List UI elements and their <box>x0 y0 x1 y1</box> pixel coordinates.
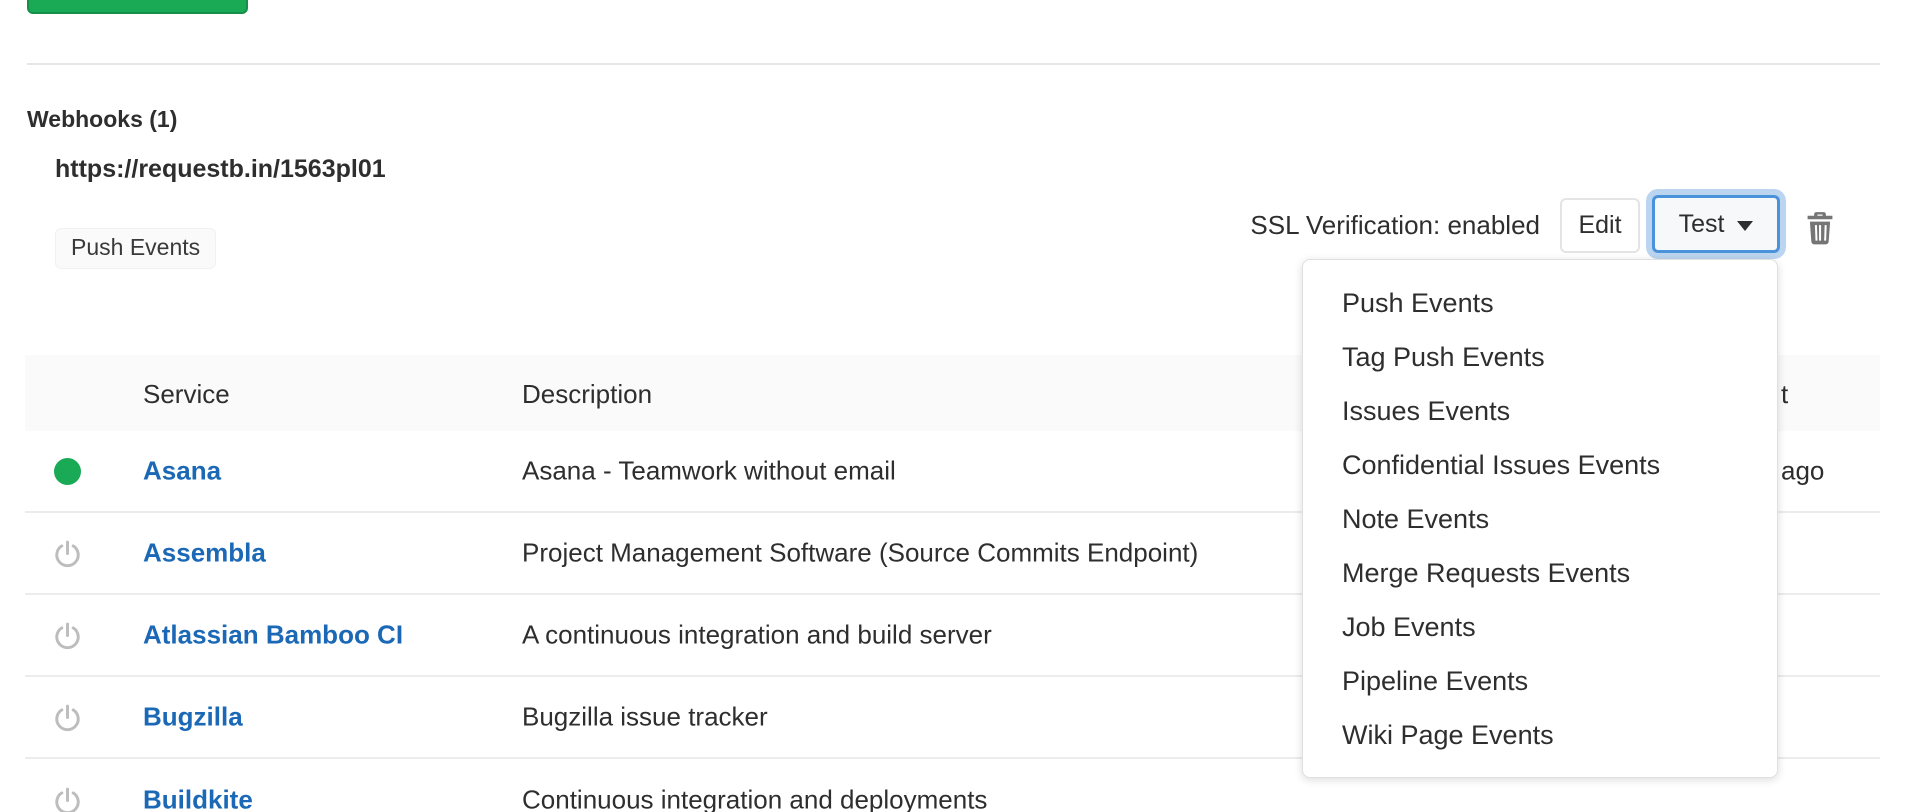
power-icon <box>52 702 83 733</box>
dropdown-item-confidential-issues-events[interactable]: Confidential Issues Events <box>1303 438 1777 492</box>
service-description: Continuous integration and deployments <box>522 785 987 812</box>
delete-webhook-button[interactable] <box>1802 210 1838 250</box>
edit-webhook-button[interactable]: Edit <box>1560 198 1640 253</box>
power-icon <box>52 538 83 569</box>
power-icon <box>52 785 83 812</box>
status-cell <box>49 617 85 653</box>
service-description: Project Management Software (Source Comm… <box>522 538 1198 569</box>
service-description: Bugzilla issue tracker <box>522 702 768 733</box>
test-webhook-dropdown-toggle[interactable]: Test <box>1652 195 1780 253</box>
service-link-bugzilla[interactable]: Bugzilla <box>143 702 243 733</box>
dropdown-item-wiki-page-events[interactable]: Wiki Page Events <box>1303 708 1777 762</box>
service-link-atlassian-bamboo-ci[interactable]: Atlassian Bamboo CI <box>143 620 403 651</box>
service-link-buildkite[interactable]: Buildkite <box>143 785 253 812</box>
webhook-trigger-badge: Push Events <box>55 228 216 269</box>
column-header-service: Service <box>143 379 230 410</box>
ssl-verification-status: SSL Verification: enabled <box>1250 210 1540 241</box>
status-cell <box>49 535 85 571</box>
dropdown-item-note-events[interactable]: Note Events <box>1303 492 1777 546</box>
status-cell <box>49 699 85 735</box>
test-dropdown-menu: Push Events Tag Push Events Issues Event… <box>1302 259 1778 778</box>
chevron-down-icon <box>1737 221 1753 231</box>
webhooks-count-heading: Webhooks (1) <box>27 106 177 133</box>
service-link-asana[interactable]: Asana <box>143 456 221 487</box>
webhooks-settings-page: Webhooks (1) https://requestb.in/1563pl0… <box>0 0 1906 812</box>
dropdown-item-push-events[interactable]: Push Events <box>1303 276 1777 330</box>
status-cell <box>49 453 85 489</box>
webhook-url: https://requestb.in/1563pl01 <box>55 155 386 184</box>
dropdown-item-job-events[interactable]: Job Events <box>1303 600 1777 654</box>
green-dot-icon <box>54 458 81 485</box>
service-description: A continuous integration and build serve… <box>522 620 992 651</box>
test-button-label: Test <box>1679 210 1725 239</box>
status-cell <box>49 782 85 812</box>
service-link-assembla[interactable]: Assembla <box>143 538 266 569</box>
last-edit-fragment: ago <box>1781 456 1824 487</box>
dropdown-item-issues-events[interactable]: Issues Events <box>1303 384 1777 438</box>
dropdown-item-tag-push-events[interactable]: Tag Push Events <box>1303 330 1777 384</box>
section-divider <box>27 63 1880 65</box>
service-description: Asana - Teamwork without email <box>522 456 896 487</box>
add-webhook-button[interactable] <box>27 0 248 14</box>
power-icon <box>52 620 83 651</box>
column-header-last-edit-fragment: t <box>1781 379 1788 410</box>
column-header-description: Description <box>522 379 652 410</box>
dropdown-item-merge-requests-events[interactable]: Merge Requests Events <box>1303 546 1777 600</box>
trash-icon <box>1804 210 1836 248</box>
dropdown-item-pipeline-events[interactable]: Pipeline Events <box>1303 654 1777 708</box>
